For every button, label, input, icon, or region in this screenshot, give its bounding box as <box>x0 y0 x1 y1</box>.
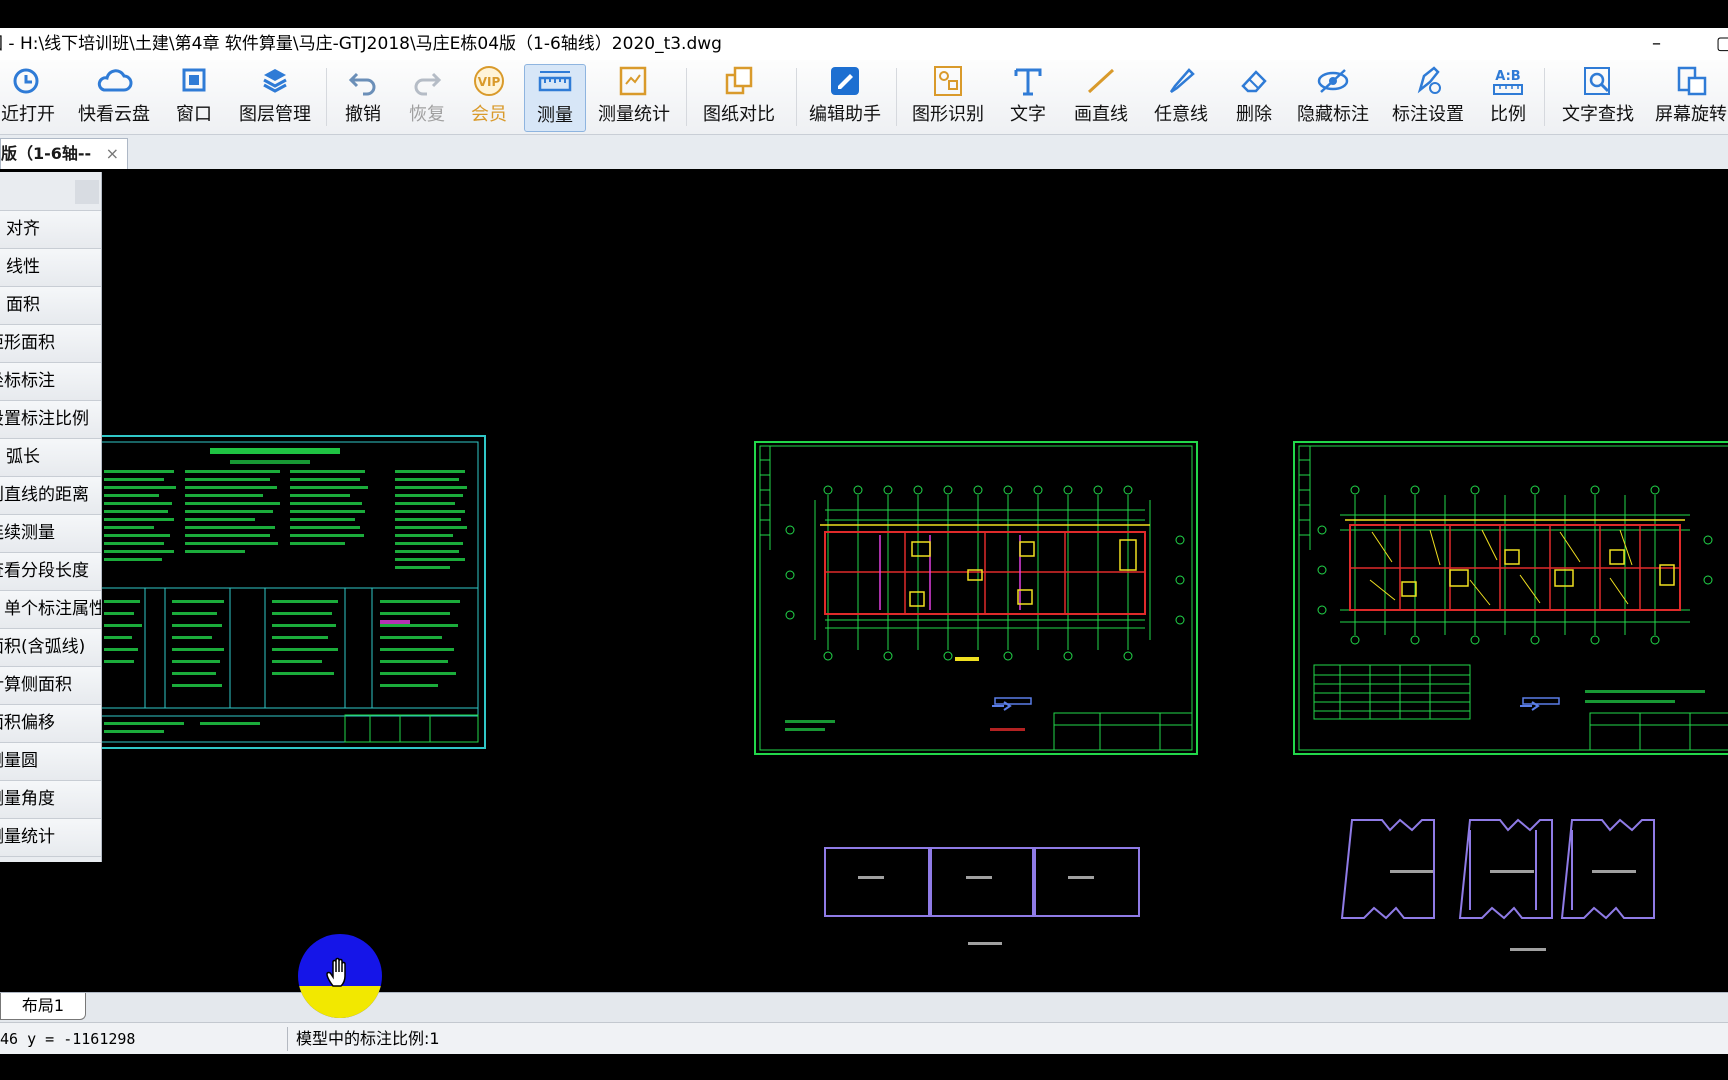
annotation-scale-status: 模型中的标注比例:1 <box>296 1029 440 1048</box>
edit-assistant-button[interactable]: 编辑助手 <box>806 64 884 130</box>
close-tab-icon[interactable]: × <box>106 139 119 169</box>
toolbar-separator <box>686 68 687 126</box>
measure-stats-button[interactable]: 测量统计 <box>598 64 670 130</box>
eraser-icon <box>1241 70 1267 93</box>
document-tab[interactable]: 版（1-6轴-- × <box>0 138 128 169</box>
recent-open-button[interactable]: 近打开 <box>0 64 56 130</box>
vip-icon: VIP <box>474 66 504 96</box>
status-bar: 46 y = -1161298 模型中的标注比例:1 <box>0 1022 1728 1055</box>
text-icon <box>1014 68 1042 96</box>
maximize-button[interactable]: ▢ <box>1716 28 1728 60</box>
minimize-button[interactable]: – <box>1652 28 1661 60</box>
measure-button[interactable]: 测量 <box>524 64 586 132</box>
shape-recognition-button[interactable]: 图形识别 <box>910 64 986 130</box>
menu-item-measure-stats[interactable]: 测量统计 <box>0 819 101 857</box>
menu-item-area-offset[interactable]: 面积偏移 <box>0 705 101 743</box>
menu-item-area[interactable]: 面积 <box>0 287 101 325</box>
toolbar-separator <box>1544 68 1545 126</box>
scale-icon: A:B <box>1493 69 1523 95</box>
title-bar: 快看图 - H:\线下培训班\土建\第4章 软件算量\马庄-GTJ2018\马庄… <box>0 28 1728 60</box>
layout-tab[interactable]: 布局1 <box>0 993 86 1020</box>
floor-plan-sheet-1 <box>754 441 1198 755</box>
measure-menu-panel: 对齐 线性 面积 矩形面积 坐标标注 设置标注比例 弧长 点到直线的距离 连续测… <box>0 172 102 862</box>
edit-assistant-icon <box>831 67 859 95</box>
line-icon <box>1087 68 1115 94</box>
rotate-screen-icon <box>1677 66 1707 96</box>
drawing-canvas[interactable] <box>0 170 1728 992</box>
toolbar-separator <box>326 68 327 126</box>
cloud-disk-button[interactable]: 快看云盘 <box>76 64 152 130</box>
svg-text:A:B: A:B <box>1495 69 1520 84</box>
menu-item-annotation-props[interactable]: 单个标注属性 <box>0 591 101 629</box>
floor-plan-sheet-2 <box>1293 441 1728 755</box>
vip-member-button[interactable]: VIP 会员 <box>466 64 512 130</box>
menu-item-segment-length[interactable]: 查看分段长度 <box>0 553 101 591</box>
menu-item-continuous[interactable]: 连续测量 <box>0 515 101 553</box>
menu-item-side-area[interactable]: 计算侧面积 <box>0 667 101 705</box>
svg-text:VIP: VIP <box>478 75 501 89</box>
hide-annotation-icon <box>1317 69 1349 93</box>
hand-cursor-icon <box>326 957 346 987</box>
hide-annotation-button[interactable]: 隐藏标注 <box>1294 64 1372 130</box>
undo-button[interactable]: 撤销 <box>340 64 386 130</box>
screen-bottom-border <box>0 1054 1728 1080</box>
text-tool-button[interactable]: 文字 <box>1006 64 1050 130</box>
document-tab-label: 版（1-6轴-- <box>1 144 92 163</box>
text-search-button[interactable]: 文字查找 <box>1560 64 1636 130</box>
freehand-icon <box>1169 68 1195 94</box>
freehand-line-button[interactable]: 任意线 <box>1150 64 1212 130</box>
detail-boxes-2 <box>1340 818 1655 920</box>
measure-stats-icon <box>619 66 647 96</box>
cloud-icon <box>97 69 133 92</box>
toolbar: 近打开 快看云盘 窗口 图层管理 撤销 恢复 VIP 会员 测量 测量统计 图纸… <box>0 60 1728 135</box>
redo-button[interactable]: 恢复 <box>404 64 450 130</box>
ruler-icon <box>538 71 572 92</box>
cursor-indicator <box>298 934 382 1018</box>
cad-drawing <box>91 435 1728 951</box>
menu-item-align[interactable]: 对齐 <box>0 211 101 249</box>
design-notes-sheet <box>91 435 486 749</box>
window-icon <box>182 68 206 92</box>
layer-manager-button[interactable]: 图层管理 <box>236 64 314 130</box>
menu-item-area-arc[interactable]: 面积(含弧线) <box>0 629 101 667</box>
toolbar-separator <box>796 68 797 126</box>
measure-menu-header <box>0 172 101 211</box>
toolbar-separator <box>896 68 897 126</box>
menu-item-set-scale[interactable]: 设置标注比例 <box>0 401 101 439</box>
detail-boxes-1 <box>824 847 1140 917</box>
draw-line-button[interactable]: 画直线 <box>1070 64 1132 130</box>
menu-item-rect-area[interactable]: 矩形面积 <box>0 325 101 363</box>
scale-button[interactable]: A:B 比例 <box>1486 64 1530 130</box>
shape-recognition-icon <box>934 66 962 96</box>
menu-item-arc-length[interactable]: 弧长 <box>0 439 101 477</box>
annotation-settings-icon <box>1417 66 1441 94</box>
menu-item-circle[interactable]: 测量圆 <box>0 743 101 781</box>
panel-pin-icon[interactable] <box>75 180 99 204</box>
layers-icon <box>263 69 287 93</box>
redo-icon <box>414 72 442 96</box>
document-tab-strip: 版（1-6轴-- × <box>0 135 1728 169</box>
menu-item-coordinate[interactable]: 坐标标注 <box>0 363 101 401</box>
compare-icon <box>725 66 753 95</box>
status-divider <box>287 1027 288 1051</box>
cursor-coordinates: 46 y = -1161298 <box>0 1030 136 1048</box>
layout-tab-bar: 布局1 <box>0 992 1728 1023</box>
undo-icon <box>348 72 376 96</box>
text-search-icon <box>1584 67 1610 95</box>
window-button[interactable]: 窗口 <box>172 64 216 130</box>
rotate-screen-button[interactable]: 屏幕旋转 <box>1654 64 1728 130</box>
clock-icon <box>13 68 39 94</box>
menu-item-linear[interactable]: 线性 <box>0 249 101 287</box>
delete-button[interactable]: 删除 <box>1232 64 1276 130</box>
menu-item-point-line-distance[interactable]: 点到直线的距离 <box>0 477 101 515</box>
window-title: 快看图 - H:\线下培训班\土建\第4章 软件算量\马庄-GTJ2018\马庄… <box>0 34 722 54</box>
annotation-settings-button[interactable]: 标注设置 <box>1390 64 1466 130</box>
menu-item-angle[interactable]: 测量角度 <box>0 781 101 819</box>
drawing-compare-button[interactable]: 图纸对比 <box>700 64 778 130</box>
screen-top-border <box>0 0 1728 28</box>
